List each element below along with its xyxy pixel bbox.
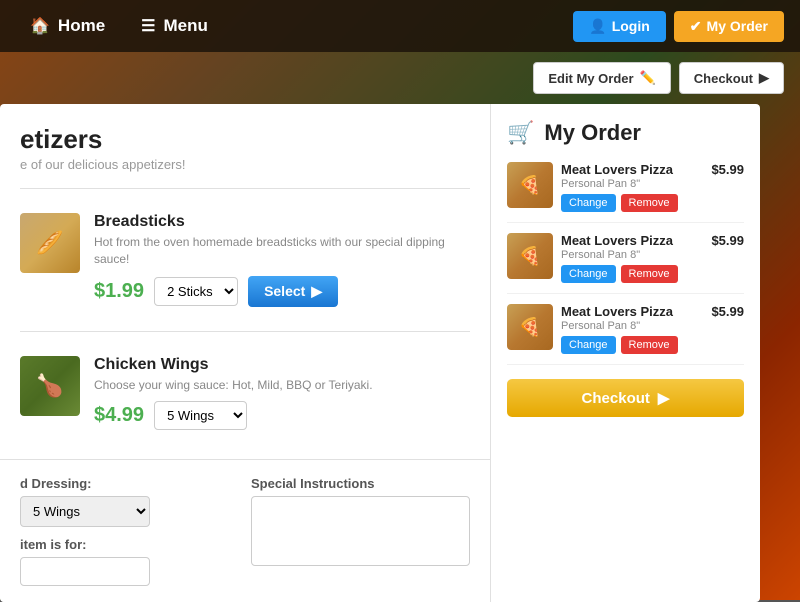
cart-icon: 🛒 — [507, 120, 534, 146]
order-item-1-name: Meat Lovers Pizza — [561, 162, 703, 177]
breadsticks-name: Breadsticks — [94, 213, 470, 231]
nav-home[interactable]: 🏠 Home — [16, 8, 119, 44]
order-item-1-image: 🍕 — [507, 162, 553, 208]
order-item-1-remove-button[interactable]: Remove — [621, 194, 678, 212]
order-item-1-details: Meat Lovers Pizza Personal Pan 8" Change… — [561, 162, 703, 212]
breadsticks-img-placeholder: 🥖 — [20, 213, 80, 273]
order-item-2-change-button[interactable]: Change — [561, 265, 616, 283]
order-item-3-change-button[interactable]: Change — [561, 336, 616, 354]
checkout-bottom-label: Checkout — [582, 390, 650, 407]
nav-menu-label: Menu — [164, 16, 208, 36]
arrow-right-icon: ▶ — [759, 70, 769, 86]
login-label: Login — [612, 18, 650, 34]
breadsticks-price: $1.99 — [94, 280, 144, 303]
navbar: 🏠 Home ☰ Menu 👤 Login ✔ My Order — [0, 0, 800, 52]
wings-controls: $4.99 5 Wings 10 Wings 15 Wings 20 Wings — [94, 401, 470, 430]
user-icon: 👤 — [589, 18, 606, 35]
home-icon: 🏠 — [30, 16, 50, 36]
order-item-2-name: Meat Lovers Pizza — [561, 233, 703, 248]
section-title: etizers — [20, 124, 470, 155]
order-item-1: 🍕 Meat Lovers Pizza Personal Pan 8" Chan… — [507, 162, 744, 223]
breadsticks-desc: Hot from the oven homemade breadsticks w… — [94, 234, 470, 268]
order-item-3-price: $5.99 — [711, 304, 744, 319]
checkout-bottom-button[interactable]: Checkout ▶ — [507, 379, 744, 417]
check-icon: ✔ — [690, 18, 702, 35]
edit-order-button[interactable]: Edit My Order ✏️ — [533, 62, 670, 94]
order-item-3-image: 🍕 — [507, 304, 553, 350]
breadsticks-qty-select[interactable]: 1 Stick 2 Sticks 3 Sticks 4 Sticks — [154, 277, 238, 306]
edit-order-label: Edit My Order — [548, 71, 633, 86]
bottom-panel: d Dressing: 5 Wings 10 Wings item is for… — [0, 459, 490, 602]
item-for-row: item is for: — [20, 537, 239, 586]
order-item-3-details: Meat Lovers Pizza Personal Pan 8" Change… — [561, 304, 703, 354]
dressing-select[interactable]: 5 Wings 10 Wings — [20, 496, 150, 527]
order-item-1-price: $5.99 — [711, 162, 744, 177]
myorder-nav-label: My Order — [707, 18, 768, 34]
special-instructions-textarea[interactable] — [251, 496, 470, 566]
order-item-2-details: Meat Lovers Pizza Personal Pan 8" Change… — [561, 233, 703, 283]
breadsticks-select-label: Select — [264, 283, 305, 299]
order-item-3: 🍕 Meat Lovers Pizza Personal Pan 8" Chan… — [507, 304, 744, 365]
edit-icon: ✏️ — [640, 70, 656, 86]
nav-right: 👤 Login ✔ My Order — [573, 11, 784, 42]
left-form-fields: d Dressing: 5 Wings 10 Wings item is for… — [20, 476, 239, 586]
menu-item-breadsticks: 🥖 Breadsticks Hot from the oven homemade… — [20, 201, 470, 319]
nav-left: 🏠 Home ☰ Menu — [16, 8, 222, 44]
menu-icon: ☰ — [141, 16, 155, 36]
order-item-2-remove-button[interactable]: Remove — [621, 265, 678, 283]
checkout-top-button[interactable]: Checkout ▶ — [679, 62, 784, 94]
login-button[interactable]: 👤 Login — [573, 11, 666, 42]
left-panel: etizers e of our delicious appetizers! 🥖… — [0, 104, 490, 602]
order-item-2-img-placeholder: 🍕 — [507, 233, 553, 279]
item-for-input[interactable] — [20, 557, 150, 586]
order-item-2: 🍕 Meat Lovers Pizza Personal Pan 8" Chan… — [507, 233, 744, 294]
dressing-label: d Dressing: — [20, 476, 239, 491]
order-item-3-remove-button[interactable]: Remove — [621, 336, 678, 354]
breadsticks-controls: $1.99 1 Stick 2 Sticks 3 Sticks 4 Sticks… — [94, 276, 470, 307]
order-item-2-sub: Personal Pan 8" — [561, 249, 703, 261]
main-layout: etizers e of our delicious appetizers! 🥖… — [0, 104, 800, 602]
order-item-1-change-button[interactable]: Change — [561, 194, 616, 212]
nav-menu[interactable]: ☰ Menu — [127, 8, 222, 44]
order-item-1-sub: Personal Pan 8" — [561, 178, 703, 190]
checkout-top-label: Checkout — [694, 71, 753, 86]
special-instructions-section: Special Instructions — [251, 476, 470, 586]
order-title-label: My Order — [544, 120, 641, 146]
wings-qty-select[interactable]: 5 Wings 10 Wings 15 Wings 20 Wings — [154, 401, 247, 430]
divider-1 — [20, 188, 470, 189]
section-subtitle: e of our delicious appetizers! — [20, 157, 470, 172]
order-title: 🛒 My Order — [507, 120, 744, 146]
order-item-3-sub: Personal Pan 8" — [561, 320, 703, 332]
order-item-3-img-placeholder: 🍕 — [507, 304, 553, 350]
wings-price: $4.99 — [94, 404, 144, 427]
wings-desc: Choose your wing sauce: Hot, Mild, BBQ o… — [94, 377, 470, 394]
nav-home-label: Home — [58, 16, 105, 36]
order-item-2-price: $5.99 — [711, 233, 744, 248]
order-item-2-image: 🍕 — [507, 233, 553, 279]
breadsticks-image: 🥖 — [20, 213, 80, 273]
order-item-3-buttons: Change Remove — [561, 336, 703, 354]
menu-item-wings: 🍗 Chicken Wings Choose your wing sauce: … — [20, 344, 470, 443]
dressing-row: d Dressing: 5 Wings 10 Wings — [20, 476, 239, 527]
bottom-form: d Dressing: 5 Wings 10 Wings item is for… — [20, 476, 470, 586]
order-item-2-buttons: Change Remove — [561, 265, 703, 283]
breadsticks-details: Breadsticks Hot from the oven homemade b… — [94, 213, 470, 307]
wings-img-placeholder: 🍗 — [20, 356, 80, 416]
special-instructions-label: Special Instructions — [251, 476, 470, 491]
wings-image: 🍗 — [20, 356, 80, 416]
order-item-1-buttons: Change Remove — [561, 194, 703, 212]
breadsticks-select-button[interactable]: Select ▶ — [248, 276, 338, 307]
divider-2 — [20, 331, 470, 332]
right-panel: 🛒 My Order 🍕 Meat Lovers Pizza Personal … — [490, 104, 760, 602]
wings-name: Chicken Wings — [94, 356, 470, 374]
subheader: Edit My Order ✏️ Checkout ▶ — [0, 52, 800, 104]
checkout-arrow-icon: ▶ — [658, 389, 670, 407]
item-for-label: item is for: — [20, 537, 239, 552]
order-item-1-img-placeholder: 🍕 — [507, 162, 553, 208]
select-arrow-icon: ▶ — [311, 283, 322, 300]
order-item-3-name: Meat Lovers Pizza — [561, 304, 703, 319]
wings-details: Chicken Wings Choose your wing sauce: Ho… — [94, 356, 470, 431]
myorder-nav-button[interactable]: ✔ My Order — [674, 11, 784, 42]
